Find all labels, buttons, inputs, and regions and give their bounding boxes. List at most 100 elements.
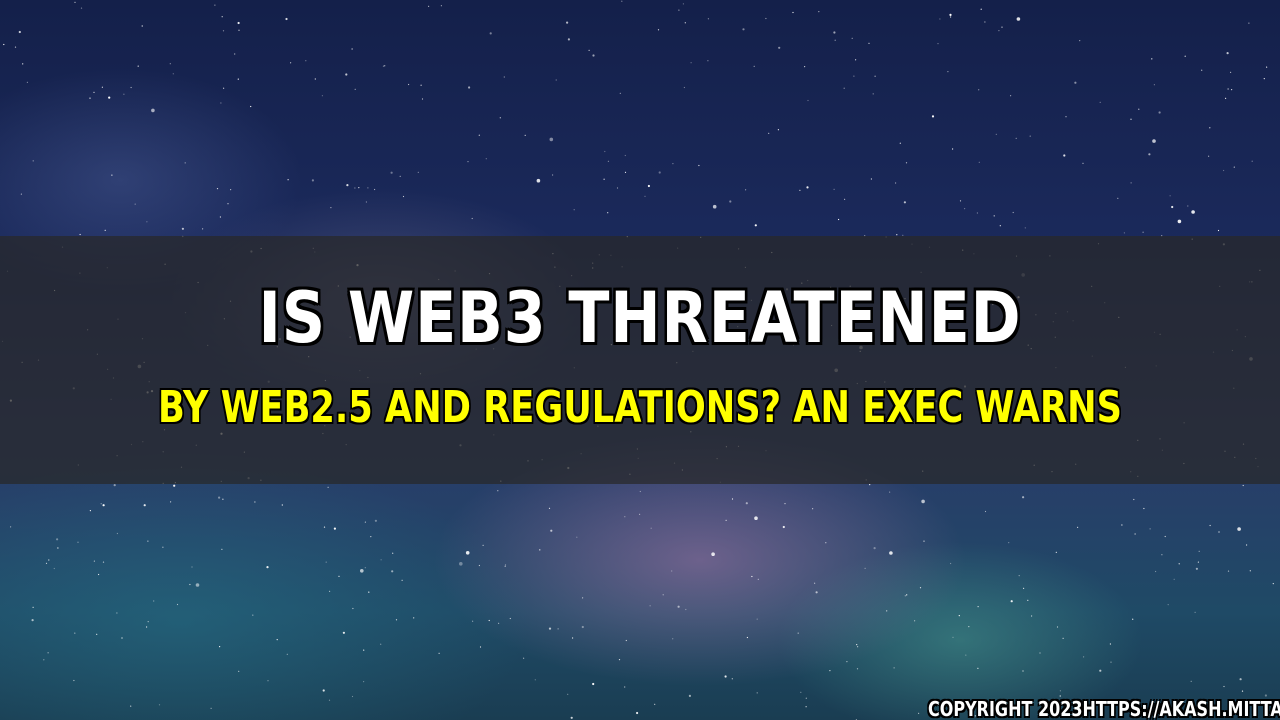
- star: [370, 536, 372, 538]
- star: [1191, 210, 1195, 214]
- star: [478, 134, 480, 136]
- star: [89, 97, 91, 99]
- star: [1010, 600, 1013, 603]
- star: [281, 504, 283, 506]
- star: [254, 501, 256, 503]
- star: [367, 187, 369, 189]
- star: [222, 498, 224, 500]
- star: [346, 184, 349, 187]
- star: [919, 587, 922, 589]
- star: [267, 680, 269, 682]
- star: [950, 16, 952, 18]
- star: [550, 529, 553, 532]
- star: [1201, 69, 1203, 71]
- star: [221, 16, 223, 18]
- star: [380, 643, 382, 645]
- star: [285, 17, 288, 21]
- star: [108, 96, 111, 99]
- star: [724, 675, 727, 678]
- star: [1218, 531, 1220, 533]
- star: [1121, 524, 1123, 526]
- star: [806, 186, 809, 189]
- star: [116, 612, 118, 614]
- star: [77, 541, 79, 543]
- star: [143, 504, 146, 507]
- star: [889, 491, 891, 493]
- star: [1008, 542, 1010, 544]
- star: [998, 30, 1000, 32]
- star: [812, 508, 814, 510]
- star: [250, 105, 252, 108]
- star: [903, 201, 907, 204]
- star: [438, 652, 440, 654]
- star: [104, 229, 106, 231]
- star: [121, 637, 123, 639]
- star: [756, 692, 758, 694]
- star: [742, 28, 745, 31]
- star: [162, 546, 164, 548]
- star: [1239, 678, 1242, 681]
- star: [804, 66, 806, 68]
- star: [333, 527, 336, 530]
- star: [864, 567, 866, 570]
- star: [485, 158, 487, 160]
- star: [352, 607, 354, 610]
- star: [784, 503, 786, 505]
- star: [636, 711, 639, 715]
- star: [662, 594, 664, 596]
- star: [227, 203, 229, 205]
- star: [176, 603, 179, 606]
- star: [1198, 550, 1200, 552]
- star: [555, 79, 557, 81]
- star: [468, 86, 471, 89]
- star: [777, 129, 780, 131]
- star: [47, 652, 49, 654]
- star: [314, 78, 316, 80]
- star: [815, 591, 818, 594]
- star: [1223, 685, 1225, 688]
- star: [814, 582, 816, 584]
- star: [851, 37, 853, 39]
- star: [401, 579, 403, 581]
- star: [746, 636, 749, 639]
- star: [1016, 17, 1021, 21]
- star: [210, 707, 212, 709]
- star: [698, 164, 700, 167]
- star: [868, 42, 870, 44]
- star: [1246, 544, 1248, 546]
- star: [937, 43, 939, 45]
- star: [345, 73, 348, 76]
- headline-subtitle: BY WEB2.5 AND REGULATIONS? AN EXEC WARNS: [158, 382, 1122, 433]
- star: [548, 627, 552, 630]
- star: [768, 132, 770, 134]
- star: [172, 73, 174, 75]
- star: [1241, 690, 1244, 692]
- star: [73, 679, 75, 682]
- star: [856, 668, 859, 670]
- star: [729, 200, 732, 203]
- star: [949, 13, 952, 16]
- star: [363, 681, 365, 683]
- copyright-text: COPYRIGHT 2023HTTPS://AKASH.MITTAL.BLOG/: [928, 697, 1280, 720]
- star: [886, 610, 888, 612]
- star: [364, 567, 366, 569]
- star: [618, 659, 621, 661]
- star: [18, 30, 21, 34]
- star: [354, 88, 356, 90]
- star: [678, 9, 680, 11]
- star: [482, 544, 484, 547]
- star: [1134, 533, 1136, 535]
- title-band: [0, 236, 1280, 484]
- star: [1132, 618, 1134, 620]
- star: [581, 625, 584, 629]
- star: [1208, 155, 1210, 157]
- star: [1062, 637, 1064, 639]
- star: [672, 638, 674, 640]
- star: [1142, 231, 1144, 233]
- star: [392, 552, 394, 554]
- star: [266, 566, 269, 569]
- star: [1001, 26, 1003, 28]
- star: [995, 133, 997, 135]
- star: [471, 217, 473, 220]
- star: [1031, 615, 1033, 617]
